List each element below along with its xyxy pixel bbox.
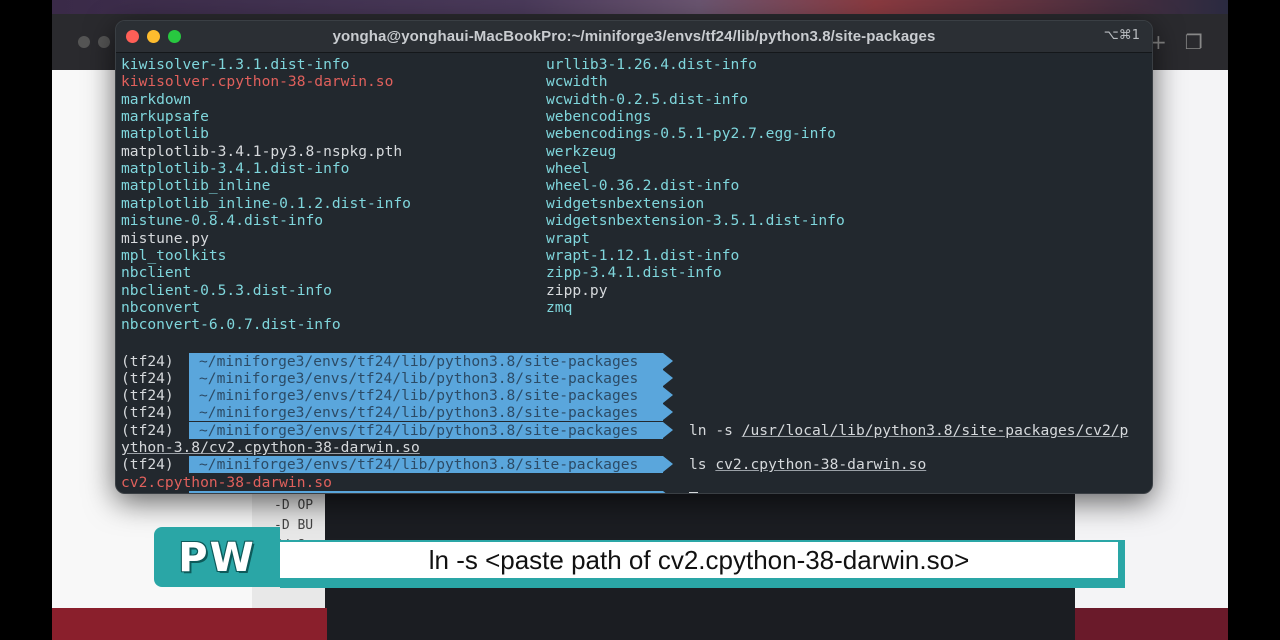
file-entry: matplotlib_inline [121,177,271,195]
prompt-line: (tf24) ~/miniforge3/envs/tf24/lib/python… [121,370,673,387]
prompt-env: (tf24) [121,422,174,439]
prompt-arrow [663,353,673,369]
desktop-wallpaper-bottom-right [1075,608,1228,640]
prompt-path: ~/miniforge3/envs/tf24/lib/python3.8/sit… [189,422,663,439]
file-entry: wrapt-1.12.1.dist-info [546,246,740,264]
prompt-env: (tf24) [121,387,174,404]
prompt-env: (tf24) [121,353,174,370]
prompt-path: ~/miniforge3/envs/tf24/lib/python3.8/sit… [189,353,663,370]
command-argument-wrap: ython-3.8/cv2.cpython-38-darwin.so [121,439,420,456]
file-entry: kiwisolver.cpython-38-darwin.so [121,73,394,91]
prompt-path: ~/miniforge3/envs/tf24/lib/python3.8/sit… [189,387,663,404]
file-entry: matplotlib-3.4.1-py3.8-nspkg.pth [121,142,403,160]
command-name: ln -s [689,422,742,439]
prompt-line: (tf24) ~/miniforge3/envs/tf24/lib/python… [121,387,673,404]
file-entry: markdown [121,90,192,108]
file-entry: mpl_toolkits [121,246,227,264]
file-entry: nbclient [121,264,192,282]
file-entry: nbclient-0.5.3.dist-info [121,281,332,299]
file-entry: nbconvert [121,298,201,316]
file-entry: werkzeug [546,142,617,160]
command-ls: ls cv2.cpython-38-darwin.so [689,456,926,473]
prompt-line-ls: (tf24) ~/miniforge3/envs/tf24/lib/python… [121,456,1151,473]
file-entry: urllib3-1.26.4.dist-info [546,56,757,73]
file-entry: mistune.py [121,229,209,247]
prompt-env: (tf24) [121,456,174,473]
file-entry: widgetsnbextension [546,194,705,212]
command-argument: /usr/local/lib/python3.8/site-packages/c… [741,422,1129,439]
caption-badge: PW [178,535,256,581]
desktop-wallpaper-bottom [52,608,327,640]
text-cursor[interactable] [689,492,698,493]
prompt-line-current: (tf24) ~/miniforge3/envs/tf24/lib/python… [121,491,1151,493]
file-entry: markupsafe [121,108,209,126]
command-wrap: ython-3.8/cv2.cpython-38-darwin.so [121,439,420,456]
background-window-icons: + ❐ [1150,30,1221,54]
file-entry: wcwidth [546,73,608,91]
prompt-arrow [663,370,673,386]
prompt-path: ~/miniforge3/envs/tf24/lib/python3.8/sit… [189,491,663,493]
file-entry: webencodings [546,108,652,126]
terminal-titlebar[interactable]: yongha@yonghaui-MacBookPro:~/miniforge3/… [116,21,1152,53]
prompt-arrow [663,456,673,472]
file-entry: kiwisolver-1.3.1.dist-info [121,56,350,73]
command-ln: ln -s /usr/local/lib/python3.8/site-pack… [689,422,1128,439]
prompt-env: (tf24) [121,491,174,493]
prompt-env: (tf24) [121,370,174,387]
file-entry: wcwidth-0.2.5.dist-info [546,90,749,108]
prompt-path: ~/miniforge3/envs/tf24/lib/python3.8/sit… [189,404,663,421]
file-entry: matplotlib [121,125,209,143]
prompt-arrow [663,422,673,438]
background-window-controls [78,35,118,53]
copy-icon[interactable]: ❐ [1185,30,1203,54]
prompt-arrow [663,387,673,403]
command-argument: cv2.cpython-38-darwin.so [715,456,927,473]
file-entry: wrapt [546,229,590,247]
caption-text: ln -s <paste path of cv2.cpython-38-darw… [428,545,970,575]
prompt-path: ~/miniforge3/envs/tf24/lib/python3.8/sit… [189,456,663,473]
prompt-arrow [663,491,673,493]
prompt-line: (tf24) ~/miniforge3/envs/tf24/lib/python… [121,353,673,370]
ls-output: cv2.cpython-38-darwin.so [121,474,332,491]
prompt-arrow [663,404,673,420]
file-entry: zipp-3.4.1.dist-info [546,264,722,282]
file-entry: matplotlib-3.4.1.dist-info [121,160,350,178]
code-line: -D OP [274,498,314,513]
prompt-line: (tf24) ~/miniforge3/envs/tf24/lib/python… [121,404,673,421]
file-entry: zmq [546,298,573,316]
file-entry: webencodings-0.5.1-py2.7.egg-info [546,125,836,143]
terminal-window[interactable]: yongha@yonghaui-MacBookPro:~/miniforge3/… [115,20,1153,494]
window-shortcut: ⌥⌘1 [1103,28,1140,43]
prompt-line-ln: (tf24) ~/miniforge3/envs/tf24/lib/python… [121,422,1151,439]
prompt-path: ~/miniforge3/envs/tf24/lib/python3.8/sit… [189,370,663,387]
file-entry: wheel [546,160,590,178]
file-entry: zipp.py [546,281,608,299]
file-entry: widgetsnbextension-3.5.1.dist-info [546,212,845,230]
code-line: -D BU [274,518,314,533]
file-entry: nbconvert-6.0.7.dist-info [121,316,341,334]
prompt-env: (tf24) [121,404,174,421]
window-title: yongha@yonghaui-MacBookPro:~/miniforge3/… [332,28,936,45]
command-name: ls [689,456,716,473]
file-entry: mistune-0.8.4.dist-info [121,212,324,230]
file-entry: wheel-0.36.2.dist-info [546,177,740,195]
file-entry: matplotlib_inline-0.1.2.dist-info [121,194,411,212]
